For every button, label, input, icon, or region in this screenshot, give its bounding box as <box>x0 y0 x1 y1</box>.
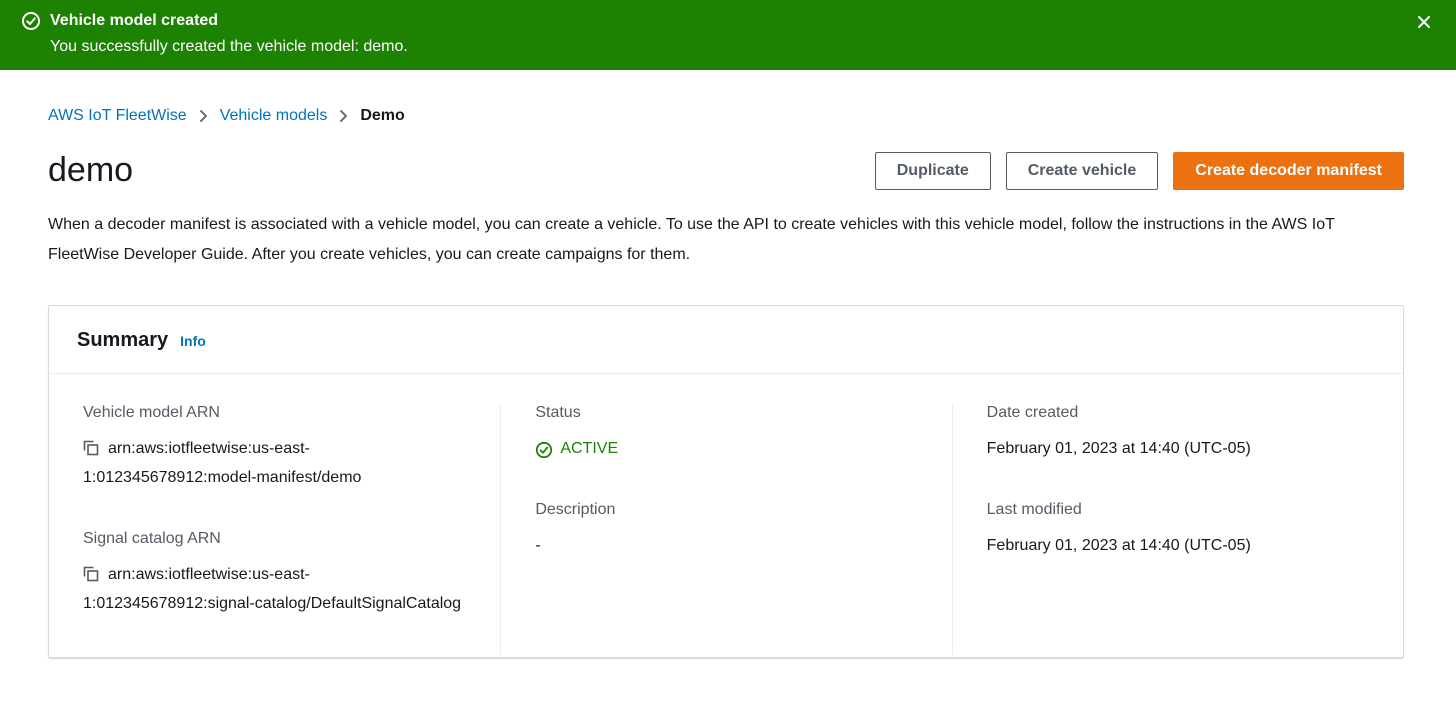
summary-column-arns: Vehicle model ARN arn:aws:iotfleetwise:u… <box>49 404 500 655</box>
create-vehicle-button[interactable]: Create vehicle <box>1006 152 1159 190</box>
flashbar-close-button[interactable] <box>1412 10 1436 34</box>
date-created-value: February 01, 2023 at 14:40 (UTC-05) <box>987 435 1377 464</box>
page-header: demo Duplicate Create vehicle Create dec… <box>48 151 1404 190</box>
summary-card: Summary Info Vehicle model ARN <box>48 305 1404 658</box>
copy-vehicle-model-arn-button[interactable] <box>83 440 99 456</box>
breadcrumb-current-page: Demo <box>360 107 404 125</box>
signal-catalog-arn-field: Signal catalog ARN arn:aws:iotfleetwise:… <box>83 530 474 619</box>
summary-card-header: Summary Info <box>49 306 1403 373</box>
page-title: demo <box>48 151 133 190</box>
signal-catalog-arn-value: arn:aws:iotfleetwise:us-east-1:012345678… <box>83 566 461 612</box>
success-check-circle-icon <box>21 11 41 31</box>
chevron-right-icon <box>199 109 208 123</box>
last-modified-field: Last modified February 01, 2023 at 14:40… <box>987 501 1377 561</box>
breadcrumb-link-aws-iot-fleetwise[interactable]: AWS IoT FleetWise <box>48 107 187 125</box>
create-decoder-manifest-button[interactable]: Create decoder manifest <box>1173 152 1404 190</box>
field-label: Vehicle model ARN <box>83 404 474 422</box>
copy-icon <box>83 444 99 459</box>
summary-card-body: Vehicle model ARN arn:aws:iotfleetwise:u… <box>49 374 1403 657</box>
breadcrumb: AWS IoT FleetWise Vehicle models Demo <box>48 107 1404 125</box>
summary-column-dates: Date created February 01, 2023 at 14:40 … <box>952 404 1403 655</box>
vehicle-model-arn-field: Vehicle model ARN arn:aws:iotfleetwise:u… <box>83 404 474 493</box>
status-active-check-icon <box>535 441 553 459</box>
info-link[interactable]: Info <box>180 333 206 349</box>
field-label: Signal catalog ARN <box>83 530 474 548</box>
close-icon <box>1416 18 1432 33</box>
page-description: When a decoder manifest is associated wi… <box>48 210 1378 269</box>
flashbar-title: Vehicle model created <box>50 12 218 30</box>
last-modified-value: February 01, 2023 at 14:40 (UTC-05) <box>987 532 1377 561</box>
header-actions: Duplicate Create vehicle Create decoder … <box>875 152 1404 190</box>
success-flashbar: Vehicle model created You successfully c… <box>0 0 1456 70</box>
description-field: Description - <box>535 501 925 561</box>
field-label: Last modified <box>987 501 1377 519</box>
chevron-right-icon <box>339 109 348 123</box>
field-label: Status <box>535 404 925 422</box>
vehicle-model-arn-value: arn:aws:iotfleetwise:us-east-1:012345678… <box>83 440 361 486</box>
description-value: - <box>535 532 925 561</box>
copy-signal-catalog-arn-button[interactable] <box>83 566 99 582</box>
status-field: Status ACTIVE <box>535 404 925 464</box>
duplicate-button[interactable]: Duplicate <box>875 152 991 190</box>
copy-icon <box>83 570 99 585</box>
main-content: AWS IoT FleetWise Vehicle models Demo de… <box>0 107 1456 658</box>
field-label: Description <box>535 501 925 519</box>
summary-title: Summary <box>77 329 168 352</box>
summary-column-status: Status ACTIVE Description - <box>500 404 951 655</box>
field-label: Date created <box>987 404 1377 422</box>
breadcrumb-link-vehicle-models[interactable]: Vehicle models <box>220 107 328 125</box>
date-created-field: Date created February 01, 2023 at 14:40 … <box>987 404 1377 464</box>
flashbar-message: You successfully created the vehicle mod… <box>50 38 1400 56</box>
status-badge: ACTIVE <box>560 435 618 464</box>
